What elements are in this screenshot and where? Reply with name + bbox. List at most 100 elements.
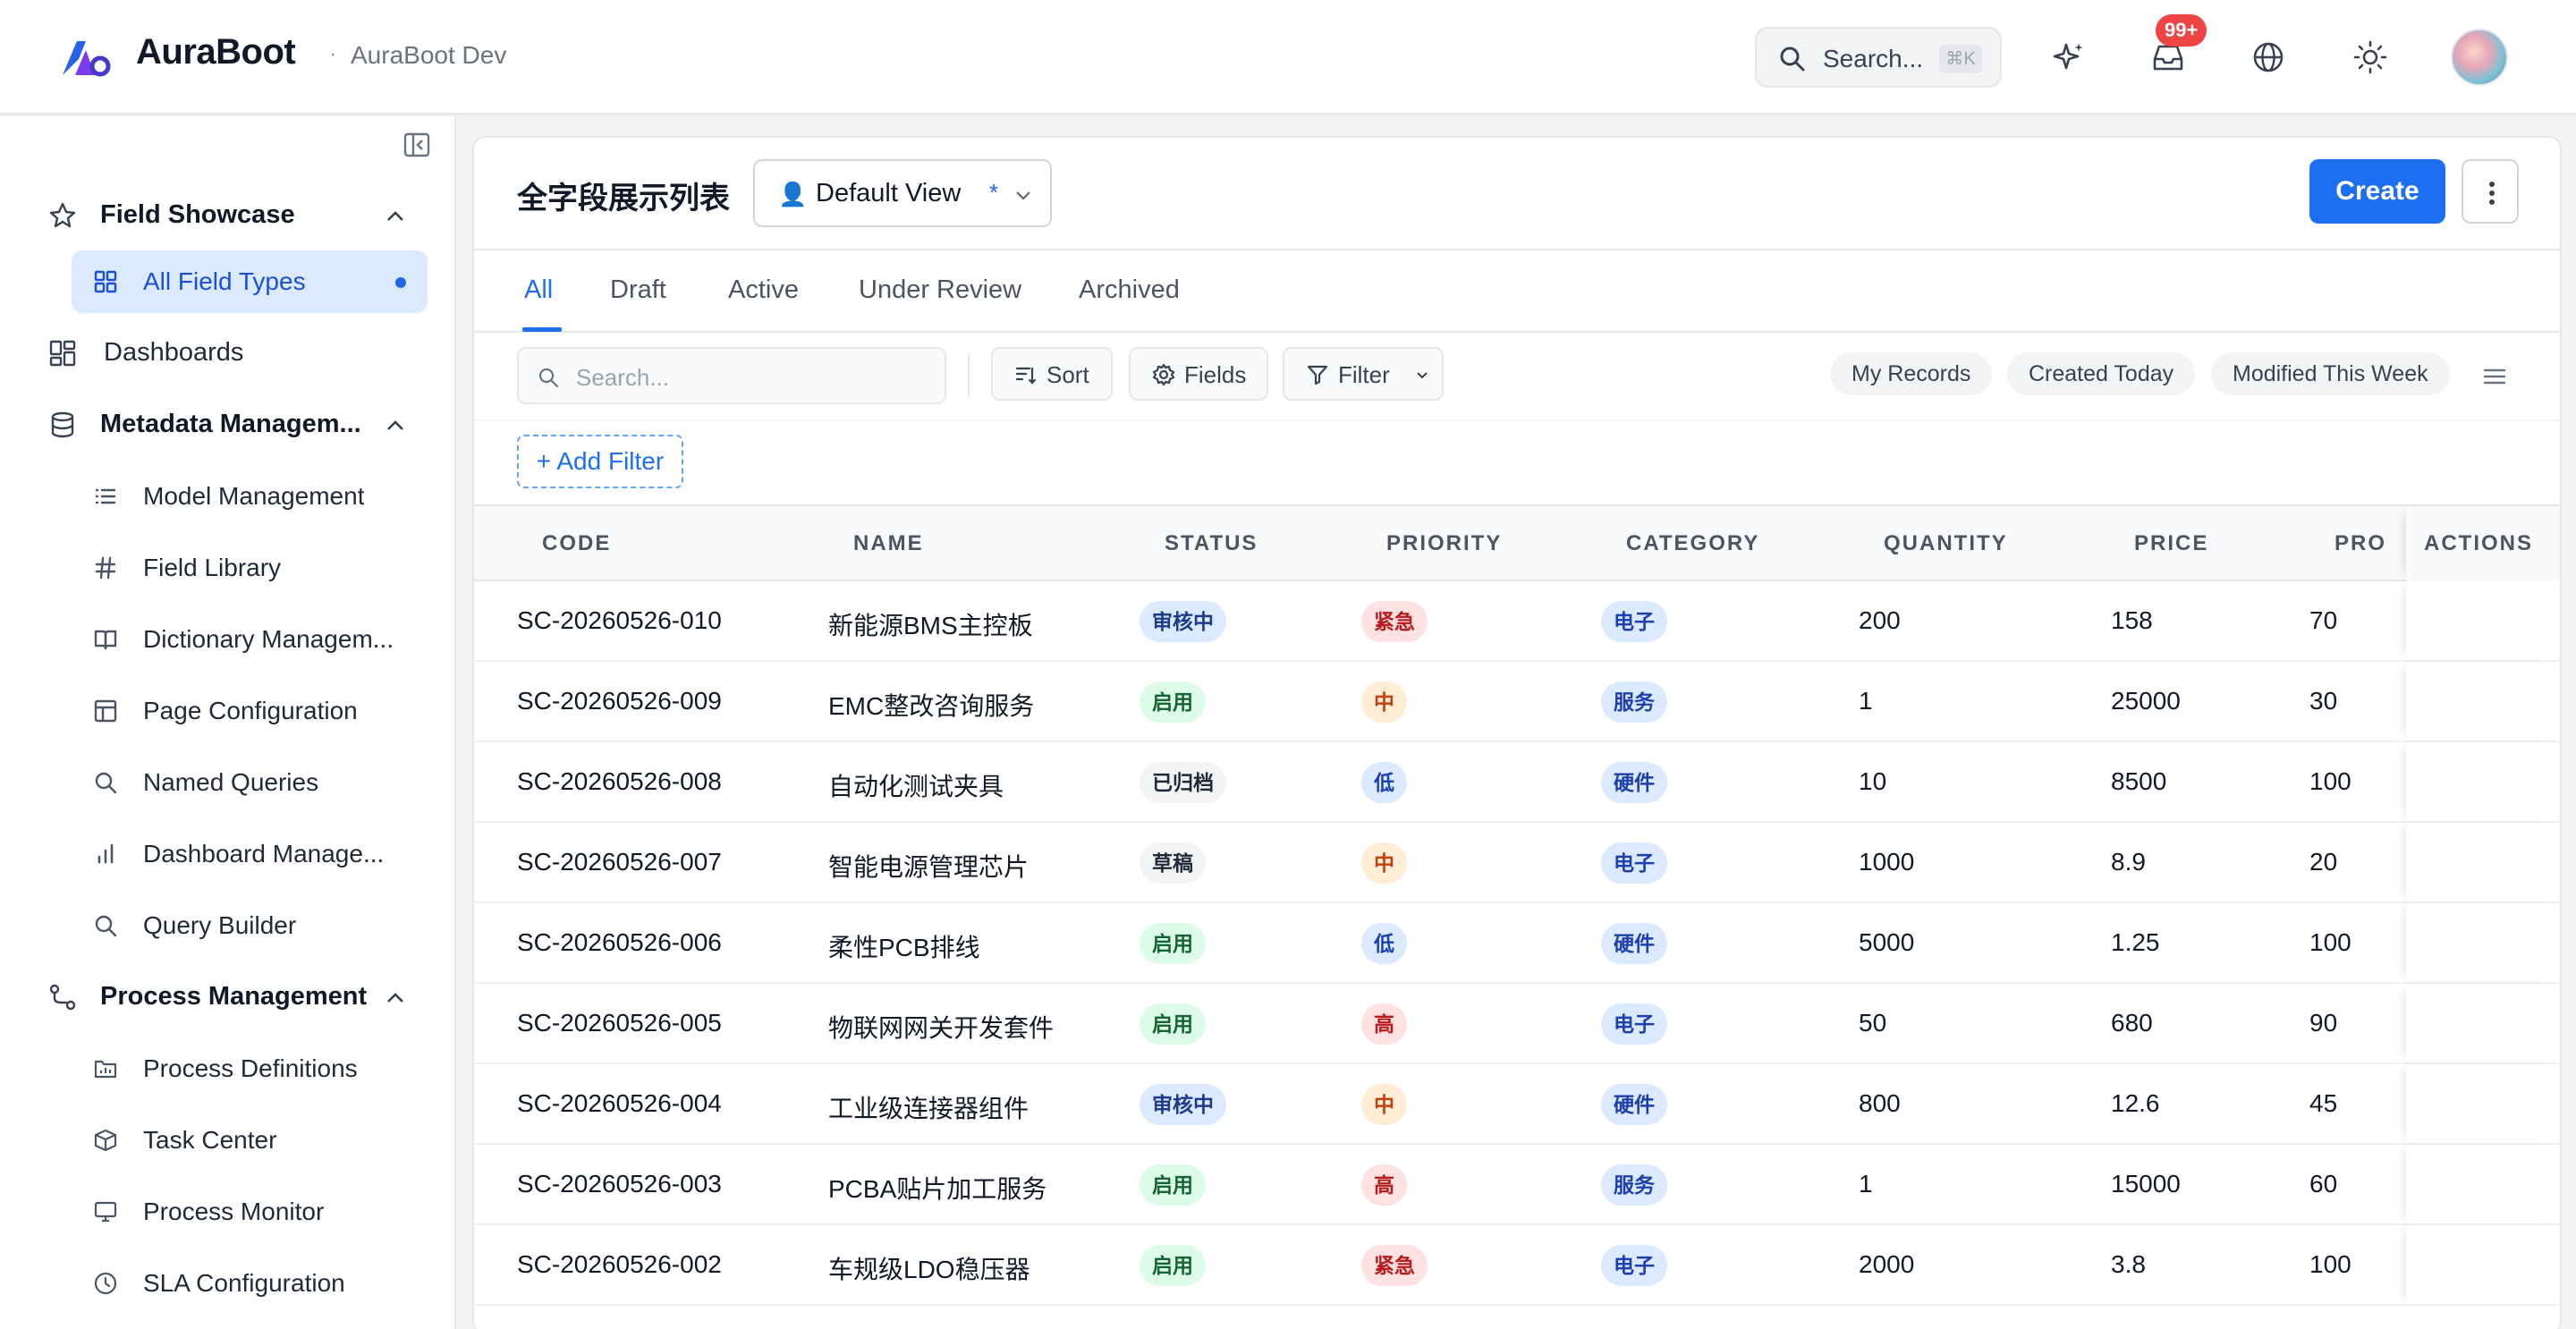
cell-pro: 100 [2309,928,2351,956]
tab-archived[interactable]: Archived [1079,275,1180,305]
brand-name[interactable]: AuraBoot [136,32,296,72]
sun-icon[interactable] [2352,39,2388,75]
global-search[interactable]: Search... ⌘K [1755,27,2002,88]
cell-actions[interactable] [2406,984,2560,1062]
cell-pro: 20 [2309,848,2338,876]
hash-icon [95,556,116,580]
category-badge: 硬件 [1601,1084,1667,1125]
bar-chart-icon [97,843,114,864]
env-separator: · [329,39,337,66]
sidebar-item-process-definitions[interactable]: Process Definitions [72,1037,428,1100]
column-header-name[interactable]: NAME [853,531,924,556]
priority-badge: 低 [1361,762,1407,803]
cell-code[interactable]: SC-20260526-002 [517,1250,722,1279]
sidebar-item-dashboard-management[interactable]: Dashboard Manage... [72,823,428,885]
sidebar-item-label: Dictionary Managem... [143,625,394,653]
column-header-actions: ACTIONS [2424,531,2533,555]
table-row[interactable]: SC-20260526-002 车规级LDO稳压器 启用 紧急 电子 2000 3.8 100 [474,1225,2560,1306]
user-avatar[interactable] [2451,29,2508,86]
table-row[interactable]: SC-20260526-010 新能源BMS主控板 审核中 紧急 电子 200 158 70 [474,581,2560,662]
cell-code[interactable]: SC-20260526-009 [517,687,722,715]
sidebar-item-named-queries[interactable]: Named Queries [72,751,428,814]
more-actions-button[interactable] [2462,159,2519,224]
priority-badge: 低 [1361,923,1407,964]
cell-code[interactable]: SC-20260526-010 [517,606,722,635]
sidebar-item-process-monitor[interactable]: Process Monitor [72,1181,428,1243]
sidebar-item-task-center[interactable]: Task Center [72,1109,428,1172]
column-header-code[interactable]: CODE [542,531,611,556]
sort-button[interactable]: Sort [991,347,1113,401]
column-header-price[interactable]: PRICE [2134,531,2208,556]
table-row[interactable]: SC-20260526-007 智能电源管理芯片 草稿 中 电子 1000 8.9 20 [474,823,2560,903]
cell-name: PCBA贴片加工服务 [828,1175,1047,1203]
cell-actions[interactable] [2406,581,2560,660]
table-row[interactable]: SC-20260526-008 自动化测试夹具 已归档 低 硬件 10 8500 100 [474,742,2560,823]
chevron-up-icon [387,211,403,221]
cell-actions[interactable] [2406,742,2560,821]
sidebar-item-query-builder[interactable]: Query Builder [72,894,428,957]
cell-code[interactable]: SC-20260526-004 [517,1089,722,1118]
view-selector[interactable]: 👤 Default View * [753,159,1052,227]
active-tab-indicator [522,327,562,332]
tab-active[interactable]: Active [728,275,799,305]
cell-pro: 100 [2309,1250,2351,1278]
table-row[interactable]: SC-20260526-009 EMC整改咨询服务 启用 中 服务 1 25000 30 [474,662,2560,742]
cell-actions[interactable] [2406,1145,2560,1223]
table-row[interactable]: SC-20260526-006 柔性PCB排线 启用 低 硬件 5000 1.25 100 [474,903,2560,984]
tab-draft[interactable]: Draft [610,275,666,305]
cell-code[interactable]: SC-20260526-005 [517,1009,722,1037]
sidebar-group-field-showcase[interactable]: Field Showcase [39,184,428,247]
tab-all[interactable]: All [524,275,553,305]
column-header-pro[interactable]: PRO [2334,531,2388,556]
sidebar-group-metadata-management[interactable]: Metadata Managem... [39,394,428,456]
cell-actions[interactable] [2406,662,2560,741]
menu-icon[interactable] [2481,363,2508,390]
list-toolbar: Search... Sort Fields Filter My Records … [474,333,2560,420]
sparkles-icon[interactable] [2050,39,2086,75]
cell-code[interactable]: SC-20260526-007 [517,848,722,876]
create-button[interactable]: Create [2309,159,2445,224]
sidebar-item-model-management[interactable]: Model Management [72,465,428,528]
status-badge: 已归档 [1140,762,1226,803]
dashboard-icon [49,340,76,367]
cell-actions[interactable] [2406,823,2560,902]
column-header-status[interactable]: STATUS [1165,531,1258,556]
cell-pro: 90 [2309,1009,2338,1037]
quick-filter-created-today[interactable]: Created Today [2007,352,2196,395]
workflow-icon [49,984,76,1011]
column-header-priority[interactable]: PRIORITY [1386,531,1502,556]
clock-icon [94,1272,117,1295]
auraboot-logo-icon[interactable] [59,36,111,79]
add-filter-button[interactable]: + Add Filter [517,435,683,488]
sidebar-item-label: All Field Types [143,267,306,295]
filter-button[interactable]: Filter [1283,347,1444,401]
cell-code[interactable]: SC-20260526-006 [517,928,722,957]
table-row[interactable]: SC-20260526-003 PCBA贴片加工服务 启用 高 服务 1 15000 60 [474,1145,2560,1225]
sidebar-item-page-configuration[interactable]: Page Configuration [72,680,428,742]
tab-under-review[interactable]: Under Review [859,275,1021,305]
quick-filter-my-records[interactable]: My Records [1830,352,1993,395]
sidebar-group-process-management[interactable]: Process Management [39,966,428,1028]
sidebar-item-dashboards[interactable]: Dashboards [39,322,428,385]
cell-code[interactable]: SC-20260526-003 [517,1170,722,1198]
sidebar-item-all-field-types[interactable]: All Field Types [72,250,428,313]
table-row[interactable]: SC-20260526-005 物联网网关开发套件 启用 高 电子 50 680 90 [474,984,2560,1064]
cell-actions[interactable] [2406,1064,2560,1143]
table-row[interactable]: SC-20260526-004 工业级连接器组件 审核中 中 硬件 800 12.6 45 [474,1064,2560,1145]
fields-button[interactable]: Fields [1129,347,1268,401]
cell-code[interactable]: SC-20260526-008 [517,767,722,796]
cell-actions[interactable] [2406,903,2560,982]
sidebar-item-sla-configuration[interactable]: SLA Configuration [72,1252,428,1315]
cell-actions[interactable] [2406,1225,2560,1304]
cell-pro: 30 [2309,687,2338,715]
sidebar-item-field-library[interactable]: Field Library [72,537,428,599]
sidebar-item-dictionary-management[interactable]: Dictionary Managem... [72,608,428,671]
column-header-quantity[interactable]: QUANTITY [1884,531,2008,556]
quick-filter-modified-this-week[interactable]: Modified This Week [2211,352,2450,395]
globe-icon[interactable] [2250,39,2286,75]
list-icon [95,488,116,504]
collapse-sidebar-icon[interactable] [402,131,431,159]
list-search-input[interactable]: Search... [517,347,946,404]
category-badge: 服务 [1601,681,1667,723]
column-header-category[interactable]: CATEGORY [1626,531,1759,556]
